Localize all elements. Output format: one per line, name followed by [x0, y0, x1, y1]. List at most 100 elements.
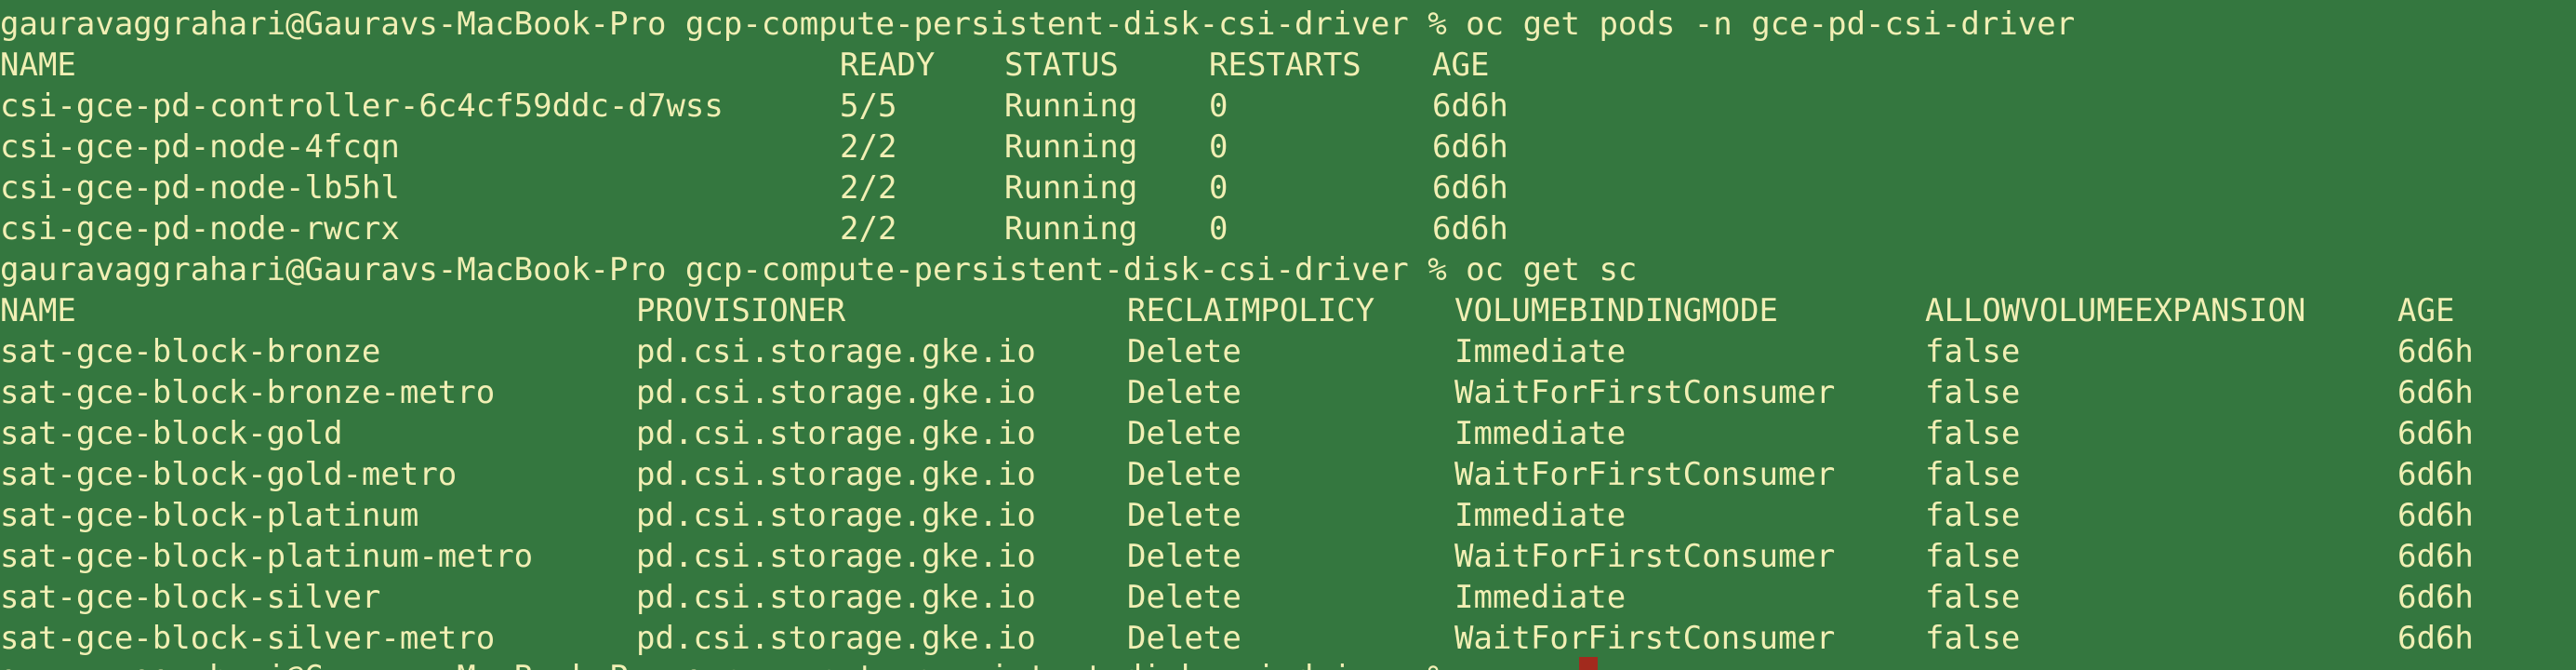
sc-reclaimpolicy: Delete: [1127, 333, 1242, 370]
prompt-text: gauravaggrahari@Gauravs-MacBook-Pro gcp-…: [0, 657, 1466, 670]
header-allowvolumeexpansion: ALLOWVOLUMEEXPANSION: [1925, 292, 2306, 329]
pod-status: Running: [1004, 87, 1138, 125]
sc-volumebindingmode: WaitForFirstConsumer: [1454, 374, 1836, 411]
command-line-get-pods: gauravaggrahari@Gauravs-MacBook-Pro gcp-…: [0, 4, 2075, 45]
sc-volumebindingmode: WaitForFirstConsumer: [1454, 456, 1836, 493]
sc-table-row: sat-gce-block-silver pd.csi.storage.gke.…: [0, 577, 2474, 618]
sc-reclaimpolicy: Delete: [1127, 579, 1242, 616]
pod-age: 6d6h: [1432, 128, 1508, 166]
sc-allowvolumeexpansion: false: [1925, 333, 2021, 370]
sc-name: sat-gce-block-silver: [0, 579, 381, 616]
pod-status: Running: [1004, 128, 1138, 166]
sc-age: 6d6h: [2397, 374, 2474, 411]
sc-volumebindingmode: Immediate: [1454, 333, 1627, 370]
sc-name: sat-gce-block-gold-metro: [0, 456, 458, 493]
sc-allowvolumeexpansion: false: [1925, 538, 2021, 575]
header-restarts: RESTARTS: [1209, 47, 1361, 84]
header-name: NAME: [0, 292, 76, 329]
command-line-current[interactable]: gauravaggrahari@Gauravs-MacBook-Pro gcp-…: [0, 657, 1598, 670]
sc-table-row: sat-gce-block-platinum pd.csi.storage.gk…: [0, 495, 2474, 536]
sc-table-header: NAME PROVISIONER RECLAIMPOLICY VOLUMEBIN…: [0, 290, 2454, 331]
pods-table-row: csi-gce-pd-controller-6c4cf59ddc-d7wss 5…: [0, 86, 1508, 127]
pod-age: 6d6h: [1432, 169, 1508, 207]
command-line-get-sc: gauravaggrahari@Gauravs-MacBook-Pro gcp-…: [0, 249, 1637, 290]
sc-allowvolumeexpansion: false: [1925, 374, 2021, 411]
pod-status: Running: [1004, 210, 1138, 248]
sc-reclaimpolicy: Delete: [1127, 497, 1242, 534]
sc-volumebindingmode: WaitForFirstConsumer: [1454, 538, 1836, 575]
sc-volumebindingmode: Immediate: [1454, 415, 1627, 452]
sc-name: sat-gce-block-bronze: [0, 333, 381, 370]
header-provisioner: PROVISIONER: [636, 292, 846, 329]
sc-table-row: sat-gce-block-bronze-metro pd.csi.storag…: [0, 372, 2474, 413]
sc-name: sat-gce-block-silver-metro: [0, 620, 496, 657]
pod-ready: 2/2: [840, 128, 897, 166]
pod-age: 6d6h: [1432, 87, 1508, 125]
pod-ready: 2/2: [840, 210, 897, 248]
prompt-text: gauravaggrahari@Gauravs-MacBook-Pro gcp-…: [0, 251, 1638, 288]
sc-name: sat-gce-block-platinum: [0, 497, 419, 534]
sc-age: 6d6h: [2397, 456, 2474, 493]
pod-ready: 2/2: [840, 169, 897, 207]
sc-age: 6d6h: [2397, 620, 2474, 657]
sc-provisioner: pd.csi.storage.gke.io: [636, 456, 1036, 493]
pods-table-row: csi-gce-pd-node-rwcrx 2/2 Running 0 6d6h: [0, 208, 1508, 249]
sc-reclaimpolicy: Delete: [1127, 415, 1242, 452]
sc-volumebindingmode: Immediate: [1454, 497, 1627, 534]
sc-allowvolumeexpansion: false: [1925, 415, 2021, 452]
sc-age: 6d6h: [2397, 415, 2474, 452]
header-volumebindingmode: VOLUMEBINDINGMODE: [1454, 292, 1778, 329]
sc-provisioner: pd.csi.storage.gke.io: [636, 415, 1036, 452]
header-age: AGE: [1432, 47, 1490, 84]
pods-table-row: csi-gce-pd-node-4fcqn 2/2 Running 0 6d6h: [0, 127, 1508, 168]
pod-name: csi-gce-pd-controller-6c4cf59ddc-d7wss: [0, 87, 724, 125]
sc-table-row: sat-gce-block-silver-metro pd.csi.storag…: [0, 618, 2474, 659]
sc-age: 6d6h: [2397, 333, 2474, 370]
header-reclaimpolicy: RECLAIMPOLICY: [1127, 292, 1375, 329]
pod-age: 6d6h: [1432, 210, 1508, 248]
sc-name: sat-gce-block-platinum-metro: [0, 538, 534, 575]
sc-provisioner: pd.csi.storage.gke.io: [636, 620, 1036, 657]
sc-provisioner: pd.csi.storage.gke.io: [636, 538, 1036, 575]
sc-name: sat-gce-block-gold: [0, 415, 343, 452]
sc-age: 6d6h: [2397, 497, 2474, 534]
header-age: AGE: [2397, 292, 2455, 329]
sc-reclaimpolicy: Delete: [1127, 456, 1242, 493]
sc-provisioner: pd.csi.storage.gke.io: [636, 374, 1036, 411]
sc-table-row: sat-gce-block-platinum-metro pd.csi.stor…: [0, 536, 2474, 577]
sc-name: sat-gce-block-bronze-metro: [0, 374, 496, 411]
pods-table-row: csi-gce-pd-node-lb5hl 2/2 Running 0 6d6h: [0, 168, 1508, 208]
header-name: NAME: [0, 47, 76, 84]
sc-allowvolumeexpansion: false: [1925, 497, 2021, 534]
sc-reclaimpolicy: Delete: [1127, 620, 1242, 657]
text-cursor: [1579, 657, 1598, 670]
sc-allowvolumeexpansion: false: [1925, 579, 2021, 616]
pod-name: csi-gce-pd-node-4fcqn: [0, 128, 400, 166]
sc-table-row: sat-gce-block-gold-metro pd.csi.storage.…: [0, 454, 2474, 495]
sc-allowvolumeexpansion: false: [1925, 620, 2021, 657]
sc-provisioner: pd.csi.storage.gke.io: [636, 497, 1036, 534]
pod-status: Running: [1004, 169, 1138, 207]
sc-volumebindingmode: WaitForFirstConsumer: [1454, 620, 1836, 657]
sc-provisioner: pd.csi.storage.gke.io: [636, 579, 1036, 616]
sc-age: 6d6h: [2397, 579, 2474, 616]
sc-reclaimpolicy: Delete: [1127, 538, 1242, 575]
header-ready: READY: [840, 47, 936, 84]
pod-restarts: 0: [1209, 210, 1228, 248]
sc-volumebindingmode: Immediate: [1454, 579, 1627, 616]
sc-age: 6d6h: [2397, 538, 2474, 575]
pod-name: csi-gce-pd-node-lb5hl: [0, 169, 400, 207]
header-status: STATUS: [1004, 47, 1119, 84]
sc-table-row: sat-gce-block-gold pd.csi.storage.gke.io…: [0, 413, 2474, 454]
pods-table-header: NAME READY STATUS RESTARTS AGE: [0, 45, 1489, 86]
pod-restarts: 0: [1209, 87, 1228, 125]
sc-reclaimpolicy: Delete: [1127, 374, 1242, 411]
pod-restarts: 0: [1209, 169, 1228, 207]
pod-name: csi-gce-pd-node-rwcrx: [0, 210, 400, 248]
sc-allowvolumeexpansion: false: [1925, 456, 2021, 493]
sc-provisioner: pd.csi.storage.gke.io: [636, 333, 1036, 370]
terminal-window[interactable]: gauravaggrahari@Gauravs-MacBook-Pro gcp-…: [0, 0, 2576, 670]
sc-table-row: sat-gce-block-bronze pd.csi.storage.gke.…: [0, 331, 2474, 372]
prompt-text: gauravaggrahari@Gauravs-MacBook-Pro gcp-…: [0, 6, 2076, 43]
pod-restarts: 0: [1209, 128, 1228, 166]
